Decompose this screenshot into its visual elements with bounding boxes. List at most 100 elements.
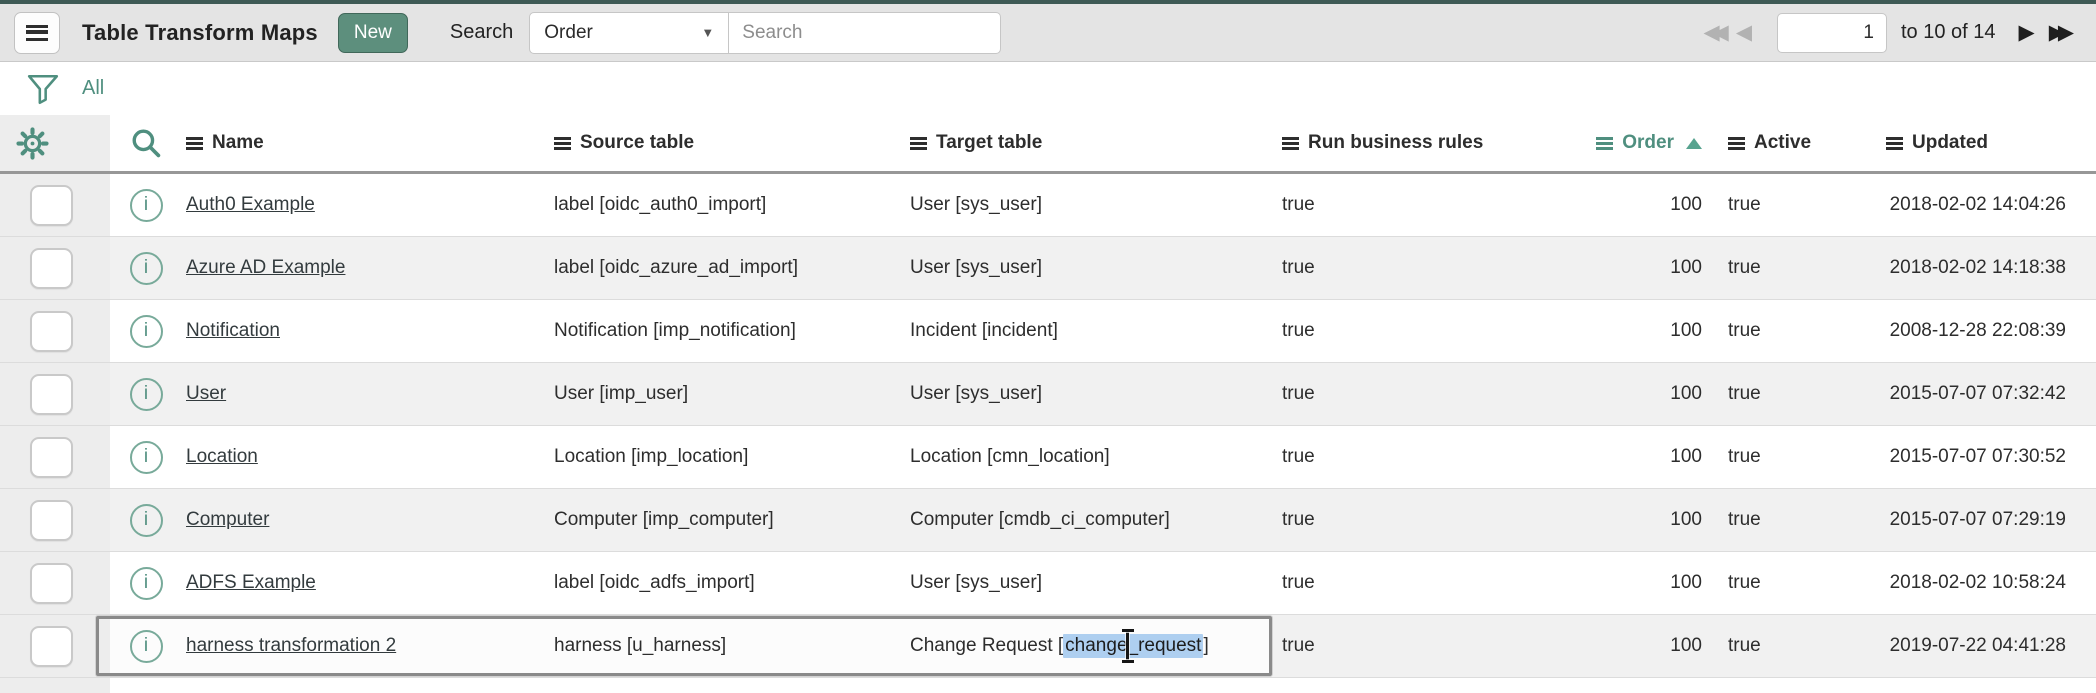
- info-preview-icon[interactable]: i: [130, 504, 163, 537]
- row-gutter: [0, 363, 110, 425]
- active-cell: true: [1702, 446, 1840, 468]
- table-body: i Auth0 Example label [oidc_auth0_import…: [0, 174, 2096, 693]
- table-transform-maps-list: Table Transform Maps New Search Order ▼ …: [0, 0, 2096, 693]
- info-preview-icon[interactable]: i: [130, 567, 163, 600]
- search-input[interactable]: [729, 12, 1001, 54]
- run-business-rules-cell: true: [1278, 257, 1560, 279]
- source-table-cell: User [imp_user]: [554, 383, 910, 405]
- order-cell: 100: [1560, 572, 1702, 594]
- column-header-active[interactable]: Active: [1702, 132, 1840, 154]
- column-header-name[interactable]: Name: [182, 132, 554, 154]
- updated-cell: 2015-07-07 07:30:52: [1840, 446, 2096, 468]
- column-menu-icon: [1282, 137, 1299, 150]
- column-menu-icon: [1596, 137, 1613, 150]
- table-row: i Computer Computer [imp_computer] Compu…: [0, 489, 2096, 552]
- page-number-input[interactable]: [1777, 13, 1887, 53]
- record-name-link[interactable]: User: [186, 383, 226, 405]
- active-cell: true: [1702, 509, 1840, 531]
- source-table-cell: Notification [imp_notification]: [554, 320, 910, 342]
- column-header-order[interactable]: Order: [1560, 132, 1702, 154]
- run-business-rules-cell: true: [1278, 635, 1560, 657]
- record-name-link[interactable]: ADFS Example: [186, 572, 316, 594]
- previous-page-button[interactable]: ◀: [1729, 22, 1759, 43]
- order-cell: 100: [1560, 320, 1702, 342]
- updated-cell: 2015-07-07 07:29:19: [1840, 509, 2096, 531]
- info-preview-icon[interactable]: i: [130, 189, 163, 222]
- column-header-run-business-rules[interactable]: Run business rules: [1278, 132, 1560, 154]
- column-header-source-table[interactable]: Source table: [554, 132, 910, 154]
- record-name-link[interactable]: Location: [186, 446, 258, 468]
- column-menu-icon: [1728, 137, 1745, 150]
- record-name-link[interactable]: Notification: [186, 320, 280, 342]
- info-preview-icon[interactable]: i: [130, 441, 163, 474]
- updated-cell: 2018-02-02 14:18:38: [1840, 257, 2096, 279]
- list-search-icon[interactable]: [129, 126, 163, 160]
- target-table-cell: Change Request [change_request]: [910, 634, 1278, 658]
- updated-cell: 2018-02-02 10:58:24: [1840, 572, 2096, 594]
- name-cell: Computer: [182, 509, 554, 531]
- order-cell: 100: [1560, 383, 1702, 405]
- record-name-link[interactable]: Azure AD Example: [186, 257, 345, 279]
- target-table-cell: Incident [incident]: [910, 320, 1278, 342]
- name-cell: Azure AD Example: [182, 257, 554, 279]
- record-name-link[interactable]: Auth0 Example: [186, 194, 315, 216]
- info-preview-icon[interactable]: i: [130, 378, 163, 411]
- source-table-cell: Computer [imp_computer]: [554, 509, 910, 531]
- search-field-selected: Order: [544, 22, 593, 44]
- target-table-cell: User [sys_user]: [910, 257, 1278, 279]
- name-cell: Auth0 Example: [182, 194, 554, 216]
- row-checkbox[interactable]: [30, 437, 73, 478]
- row-gutter: [0, 237, 110, 299]
- column-menu-icon: [186, 137, 203, 150]
- row-gutter: [0, 552, 110, 614]
- row-checkbox[interactable]: [30, 626, 73, 667]
- table-row-partial: [0, 678, 2096, 693]
- selected-text: change_request: [1063, 634, 1203, 658]
- order-cell: 100: [1560, 509, 1702, 531]
- column-header-updated[interactable]: Updated: [1840, 132, 2096, 154]
- active-cell: true: [1702, 635, 1840, 657]
- column-menu-icon: [1886, 137, 1903, 150]
- new-button[interactable]: New: [338, 13, 408, 53]
- record-name-link[interactable]: Computer: [186, 509, 269, 531]
- table-row: i Azure AD Example label [oidc_azure_ad_…: [0, 237, 2096, 300]
- active-cell: true: [1702, 572, 1840, 594]
- updated-cell: 2008-12-28 22:08:39: [1840, 320, 2096, 342]
- active-cell: true: [1702, 194, 1840, 216]
- hamburger-icon: [26, 25, 48, 41]
- row-checkbox[interactable]: [30, 563, 73, 604]
- info-preview-icon[interactable]: i: [130, 315, 163, 348]
- table-row: i Location Location [imp_location] Locat…: [0, 426, 2096, 489]
- list-context-menu-button[interactable]: [14, 12, 60, 54]
- row-checkbox[interactable]: [30, 311, 73, 352]
- order-cell: 100: [1560, 194, 1702, 216]
- row-checkbox[interactable]: [30, 374, 73, 415]
- last-page-button[interactable]: ▶▶: [2042, 22, 2074, 43]
- row-checkbox[interactable]: [30, 248, 73, 289]
- info-preview-icon[interactable]: i: [130, 252, 163, 285]
- row-gutter: [0, 300, 110, 362]
- first-page-button[interactable]: ◀◀: [1697, 22, 1729, 43]
- target-table-cell: User [sys_user]: [910, 572, 1278, 594]
- updated-cell: 2015-07-07 07:32:42: [1840, 383, 2096, 405]
- search-field-dropdown[interactable]: Order ▼: [529, 12, 729, 54]
- target-table-cell: Location [cmn_location]: [910, 446, 1278, 468]
- record-name-link[interactable]: harness transformation 2: [186, 635, 396, 657]
- column-header-target-table[interactable]: Target table: [910, 132, 1278, 154]
- row-info-cell: i: [110, 189, 182, 222]
- updated-cell: 2019-07-22 04:41:28: [1840, 635, 2096, 657]
- column-menu-icon: [554, 137, 571, 150]
- name-cell: ADFS Example: [182, 572, 554, 594]
- row-checkbox[interactable]: [30, 500, 73, 541]
- info-preview-icon[interactable]: i: [130, 630, 163, 663]
- next-page-button[interactable]: ▶: [2012, 22, 2042, 43]
- order-cell: 100: [1560, 446, 1702, 468]
- row-checkbox[interactable]: [30, 185, 73, 226]
- breadcrumb-all-link[interactable]: All: [82, 77, 104, 100]
- filter-funnel-icon[interactable]: [26, 72, 60, 106]
- personalize-list-gear-icon[interactable]: [16, 127, 49, 160]
- name-cell: User: [182, 383, 554, 405]
- run-business-rules-cell: true: [1278, 572, 1560, 594]
- run-business-rules-cell: true: [1278, 509, 1560, 531]
- target-table-cell: User [sys_user]: [910, 383, 1278, 405]
